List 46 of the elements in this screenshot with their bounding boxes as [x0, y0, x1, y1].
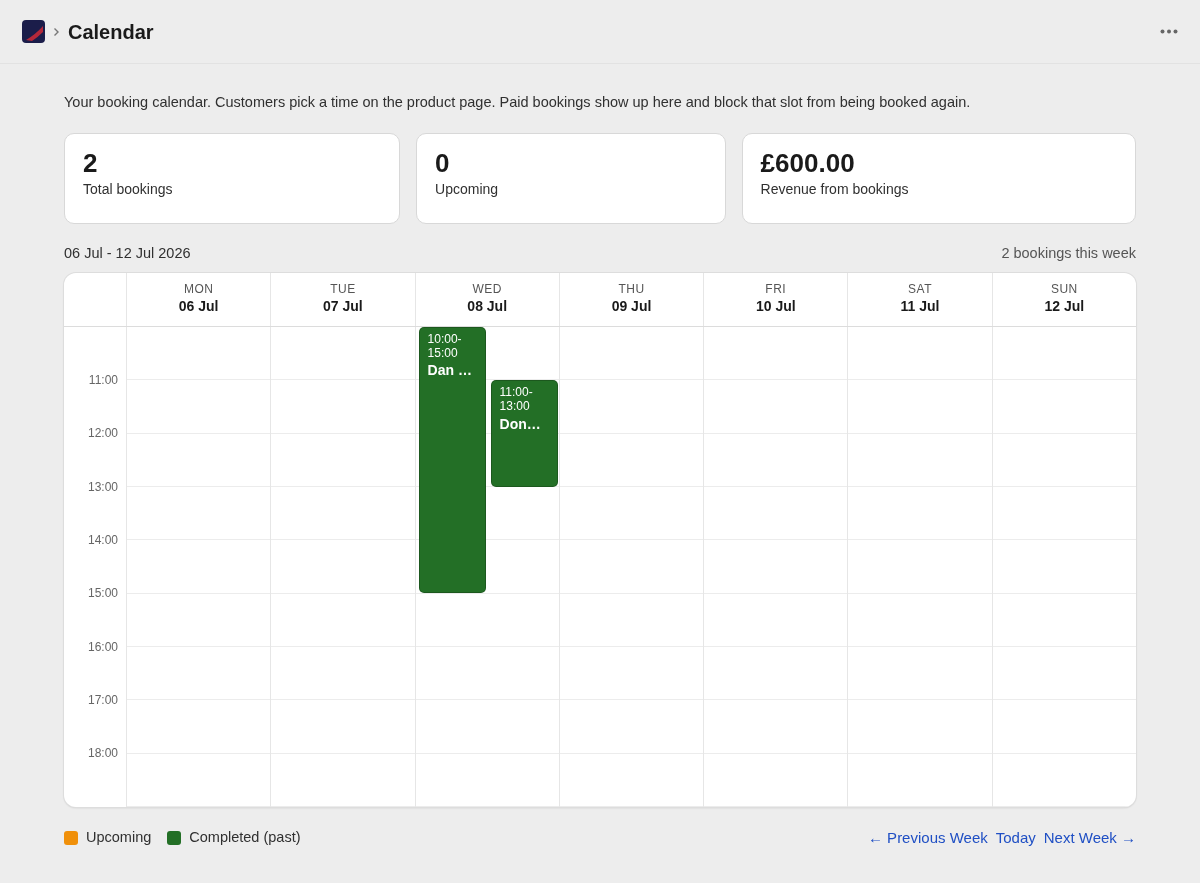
description: Your booking calendar. Customers pick a time on the product page. Paid bookings show up here and block that slot from being booked again.	[64, 93, 972, 112]
date-label: 10 Jul	[754, 297, 797, 317]
date-label: 09 Jul	[610, 297, 653, 317]
legend-label: Completed (past)	[189, 828, 301, 848]
weekday-label: THU	[617, 281, 646, 297]
date-label: 12 Jul	[1043, 297, 1086, 317]
page-title: Calendar	[68, 19, 154, 45]
weekday-label: WED	[471, 281, 503, 297]
time-label: 12:00	[87, 425, 118, 443]
weekday-label: TUE	[329, 281, 357, 297]
nav-link[interactable]: Next Week →	[1043, 826, 1136, 850]
booking-time: 10:00-15:00	[427, 332, 463, 361]
time-label: 16:00	[87, 638, 118, 656]
date-label: 06 Jul	[177, 297, 220, 317]
stat-value: 0	[435, 147, 451, 179]
weekday-label: MON	[182, 281, 215, 297]
time-label: 13:00	[87, 478, 118, 496]
booking-block[interactable]: 11:00-13:00 Don…	[490, 380, 558, 487]
time-label: 15:00	[87, 585, 118, 603]
weekday-label: SUN	[1049, 281, 1079, 297]
time-label: 17:00	[87, 692, 118, 710]
nav-link[interactable]: Today	[995, 826, 1036, 850]
booking-block[interactable]: 10:00-15:00 Dan …	[418, 326, 486, 594]
legend-label: Upcoming	[86, 828, 152, 848]
week-range: 06 Jul - 12 Jul 2026	[64, 243, 191, 263]
nav-link[interactable]: ← Previous Week	[867, 826, 988, 850]
time-label: 18:00	[87, 745, 118, 763]
stat-label: Revenue from bookings	[760, 179, 910, 199]
date-label: 08 Jul	[466, 297, 509, 317]
booking-name: Don…	[499, 414, 542, 434]
app-logo-icon[interactable]	[22, 20, 45, 43]
stat-value: 2	[83, 147, 99, 179]
chevron-icon	[53, 26, 60, 37]
booking-time: 11:00-13:00	[499, 386, 534, 414]
stat-value: £600.00	[760, 147, 856, 179]
booking-name: Dan …	[427, 361, 473, 381]
time-label: 11:00	[88, 372, 118, 390]
stat-label: Total bookings	[83, 179, 174, 199]
weekday-label: FRI	[764, 281, 788, 297]
date-label: 11 Jul	[899, 297, 941, 317]
more-icon[interactable]	[1160, 29, 1178, 34]
time-label: 14:00	[87, 532, 118, 550]
stat-label: Upcoming	[435, 179, 500, 199]
weekday-label: SAT	[907, 281, 934, 297]
date-label: 07 Jul	[322, 297, 364, 317]
week-summary: 2 bookings this week	[1001, 243, 1136, 263]
